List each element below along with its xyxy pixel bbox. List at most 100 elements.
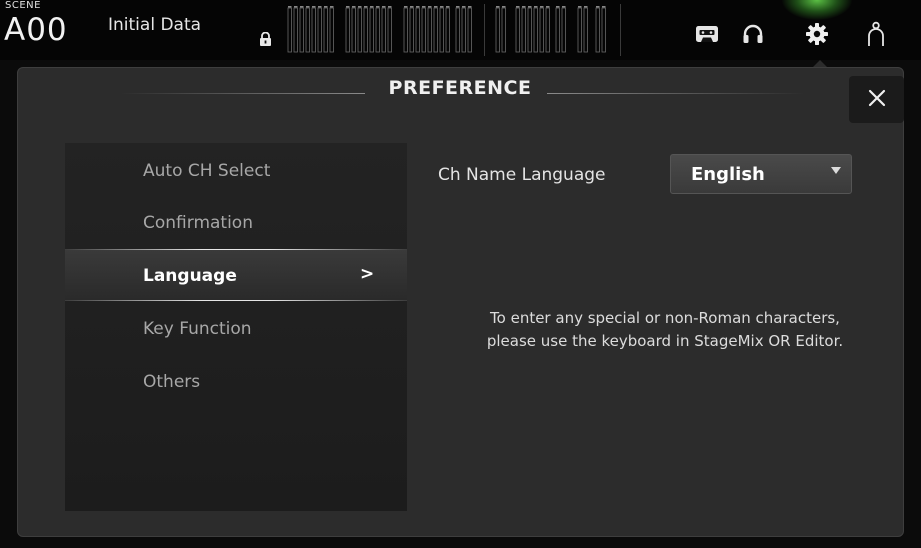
- meter-strip: [311, 7, 316, 53]
- selected-arrow-indicator: >: [360, 264, 375, 284]
- meter-strip: [287, 7, 292, 53]
- meter-peak: [562, 6, 566, 8]
- top-bar: SCENE A00 Initial Data: [0, 0, 921, 60]
- meter-strip: [455, 7, 460, 53]
- meter-strip: [521, 7, 526, 53]
- ch-name-language-label: Ch Name Language: [438, 165, 606, 185]
- meter-peak: [556, 6, 560, 8]
- meter-divider: [484, 4, 485, 56]
- meter-peak: [462, 6, 466, 8]
- menu-item-auto-ch-select[interactable]: Auto CH Select: [143, 161, 270, 181]
- meter-peak: [330, 6, 334, 8]
- meter-strip: [317, 7, 322, 53]
- meter-peak: [596, 6, 600, 8]
- meter-peak: [496, 6, 500, 8]
- meter-peak: [370, 6, 374, 8]
- meter-strip: [421, 7, 426, 53]
- meter-strip: [363, 7, 368, 53]
- meter-strip: [375, 7, 380, 53]
- meter-peak: [468, 6, 472, 8]
- meter-peak: [404, 6, 408, 8]
- user-icon[interactable]: [858, 16, 894, 52]
- meter-strip: [329, 7, 334, 53]
- meter-peak: [602, 6, 606, 8]
- meter-peak: [534, 6, 538, 8]
- meter-strip: [439, 7, 444, 53]
- meter-strip: [415, 7, 420, 53]
- meter-strip: [467, 7, 472, 53]
- title-rule-left: [120, 93, 365, 94]
- meter-strip: [445, 7, 450, 53]
- meter-strip: [369, 7, 374, 53]
- meter-peak: [456, 6, 460, 8]
- meter-strip: [433, 7, 438, 53]
- meter-divider: [620, 4, 621, 56]
- meter-peak: [578, 6, 582, 8]
- menu-item-others[interactable]: Others: [143, 372, 200, 392]
- meter-strip: [305, 7, 310, 53]
- meter-peak: [584, 6, 588, 8]
- meter-strip: [323, 7, 328, 53]
- gear-icon[interactable]: [799, 16, 835, 52]
- headphones-icon[interactable]: [735, 16, 771, 52]
- meter-peak: [382, 6, 386, 8]
- meter-strip: [601, 7, 606, 53]
- cassette-icon[interactable]: [689, 16, 725, 52]
- meter-peak: [502, 6, 506, 8]
- meter-strip: [577, 7, 582, 53]
- scene-number[interactable]: A00: [4, 13, 68, 47]
- meter-strip: [345, 7, 350, 53]
- meter-peak: [528, 6, 532, 8]
- meter-strip: [555, 7, 560, 53]
- meter-strip: [381, 7, 386, 53]
- meter-peak: [364, 6, 368, 8]
- meter-strip: [495, 7, 500, 53]
- lock-icon[interactable]: [259, 31, 272, 46]
- meter-peak: [516, 6, 520, 8]
- meter-peak: [376, 6, 380, 8]
- close-button[interactable]: [849, 76, 904, 123]
- meter-peak: [288, 6, 292, 8]
- panel-title: PREFERENCE: [388, 77, 532, 99]
- meter-peak: [522, 6, 526, 8]
- selection-rule-top: [65, 249, 407, 250]
- meter-peak: [434, 6, 438, 8]
- language-select[interactable]: English: [670, 154, 852, 194]
- meter-strip: [527, 7, 532, 53]
- menu-item-key-function[interactable]: Key Function: [143, 319, 252, 339]
- menu-item-language[interactable]: Language: [143, 266, 237, 286]
- meter-peak: [352, 6, 356, 8]
- meter-peak: [422, 6, 426, 8]
- language-note: To enter any special or non-Roman charac…: [450, 307, 880, 353]
- meter-strip: [595, 7, 600, 53]
- meter-strip: [403, 7, 408, 53]
- meter-strip: [501, 7, 506, 53]
- note-line-1: To enter any special or non-Roman charac…: [490, 309, 840, 327]
- meter-strip: [357, 7, 362, 53]
- meter-strip: [545, 7, 550, 53]
- language-select-value: English: [691, 164, 765, 185]
- chevron-down-icon: [831, 167, 841, 174]
- note-line-2: please use the keyboard in StageMix OR E…: [486, 332, 844, 350]
- meter-strip: [293, 7, 298, 53]
- meter-strip: [427, 7, 432, 53]
- meter-strip: [539, 7, 544, 53]
- meter-peak: [306, 6, 310, 8]
- meter-strip: [515, 7, 520, 53]
- meter-peak: [440, 6, 444, 8]
- meter-peak: [294, 6, 298, 8]
- meter-peak: [540, 6, 544, 8]
- scene-label: SCENE: [5, 0, 41, 11]
- meter-peak: [300, 6, 304, 8]
- selection-rule-bottom: [65, 300, 407, 301]
- scene-name[interactable]: Initial Data: [108, 15, 201, 35]
- meter-peak: [446, 6, 450, 8]
- meter-peak: [416, 6, 420, 8]
- title-rule-right: [547, 93, 805, 94]
- meter-peak: [346, 6, 350, 8]
- meter-strip: [561, 7, 566, 53]
- close-icon: [868, 89, 886, 111]
- meter-strip: [351, 7, 356, 53]
- menu-item-confirmation[interactable]: Confirmation: [143, 213, 253, 233]
- meter-strip: [299, 7, 304, 53]
